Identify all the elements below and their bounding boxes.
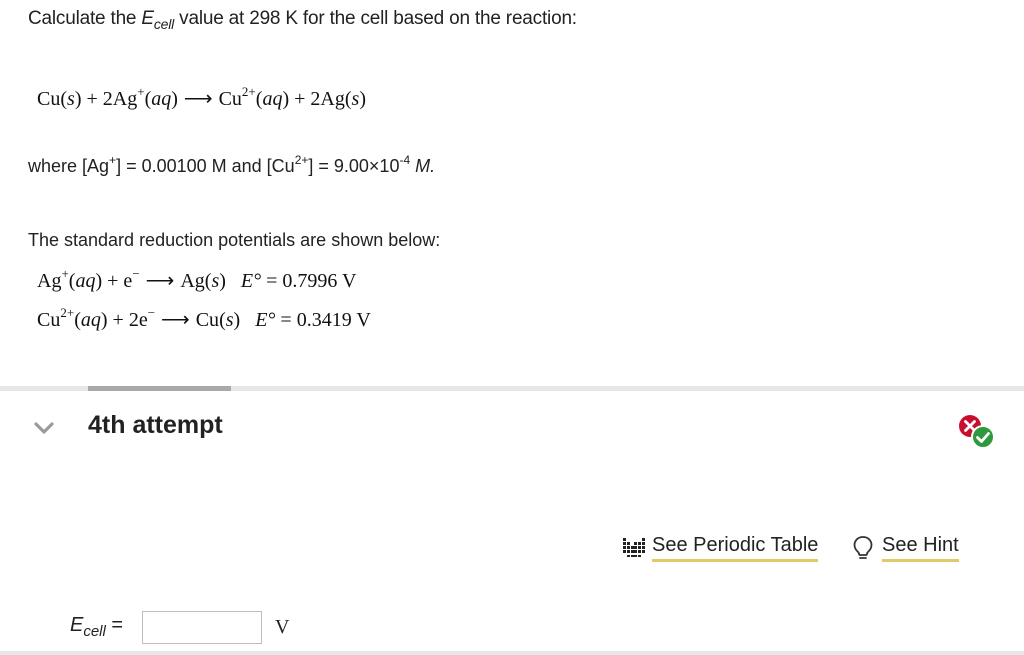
half-reaction-copper: Cu2+(aq) + 2e− ⟶ Cu(s) E° = 0.3419 V [37, 305, 371, 331]
half-reaction-silver: Ag+(aq) + e− ⟶ Ag(s) E° = 0.7996 V [37, 266, 357, 292]
attempt-tab-indicator [88, 386, 231, 391]
ecell-answer-input[interactable] [142, 611, 262, 644]
periodic-table-icon[interactable] [622, 536, 646, 558]
standard-potentials-title: The standard reduction potentials are sh… [28, 230, 441, 250]
reaction-arrow: ⟶ [161, 309, 190, 331]
ecell-label: Ecell = [70, 614, 124, 640]
see-periodic-table-link[interactable]: See Periodic Table [652, 534, 819, 562]
reaction-arrow: ⟶ [145, 270, 175, 292]
see-hint-link[interactable]: See Hint [882, 534, 959, 562]
attempt-title: 4th attempt [88, 411, 223, 439]
concentration-conditions: where [Ag+] = 0.00100 M and [Cu2+] = 9.0… [28, 153, 436, 176]
reaction-arrow: ⟶ [183, 88, 213, 110]
lightbulb-icon[interactable] [852, 535, 874, 561]
reaction-equation: Cu(s) + 2Ag+(aq) ⟶ Cu2+(aq) + 2Ag(s) [37, 84, 366, 110]
e-symbol: E [141, 8, 154, 29]
chevron-down-icon[interactable] [33, 420, 55, 436]
bottom-divider [0, 651, 1024, 655]
unit-label: V [275, 616, 290, 638]
incorrect-correct-icon [959, 415, 995, 449]
question-text: Calculate the Ecell value at 298 K for t… [28, 8, 577, 32]
